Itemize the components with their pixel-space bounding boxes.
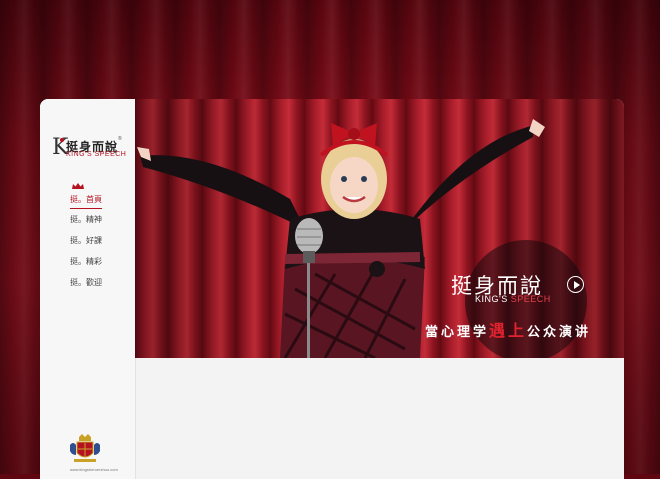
site-logo[interactable]: K 挺身而說 ® KING'S SPEECH xyxy=(52,135,132,163)
sidebar: K 挺身而說 ® KING'S SPEECH 挺。首頁 挺。精神 挺。好課 挺。… xyxy=(40,99,136,479)
hero-tagline: 當心理学遇上公众演讲 xyxy=(425,317,591,341)
main-nav: 挺。首頁 挺。精神 挺。好課 挺。精彩 挺。歡迎 xyxy=(70,183,102,293)
hero-banner: 挺身而說 KING'S SPEECH 當心理学遇上公众演讲 xyxy=(135,99,624,358)
hero-subtitle-en-part1: KING'S xyxy=(475,294,511,304)
hero-tagline-part1: 當心理学 xyxy=(425,325,490,340)
nav-item-spirit[interactable]: 挺。精神 xyxy=(70,209,102,230)
footer-url[interactable]: www.kingsheroershuo.com xyxy=(70,467,118,472)
hero-subtitle-en-part2: SPEECH xyxy=(510,294,551,304)
logo-mic-icon xyxy=(60,138,64,142)
nav-item-highlights[interactable]: 挺。精彩 xyxy=(70,251,102,272)
nav-item-home[interactable]: 挺。首頁 xyxy=(70,192,102,209)
crest-icon xyxy=(70,434,100,462)
hero-tagline-highlight: 遇上 xyxy=(489,321,528,340)
logo-registered: ® xyxy=(118,136,122,142)
play-circle-icon[interactable] xyxy=(567,276,584,293)
nav-item-courses[interactable]: 挺。好課 xyxy=(70,230,102,251)
hero-tagline-part2: 公众演讲 xyxy=(527,325,592,340)
logo-name-en: KING'S SPEECH xyxy=(66,151,127,158)
main-card: K 挺身而說 ® KING'S SPEECH 挺。首頁 挺。精神 挺。好課 挺。… xyxy=(40,99,624,479)
hero-subtitle-en: KING'S SPEECH xyxy=(475,294,551,304)
crown-icon xyxy=(72,183,84,189)
nav-item-welcome[interactable]: 挺。歡迎 xyxy=(70,272,102,293)
